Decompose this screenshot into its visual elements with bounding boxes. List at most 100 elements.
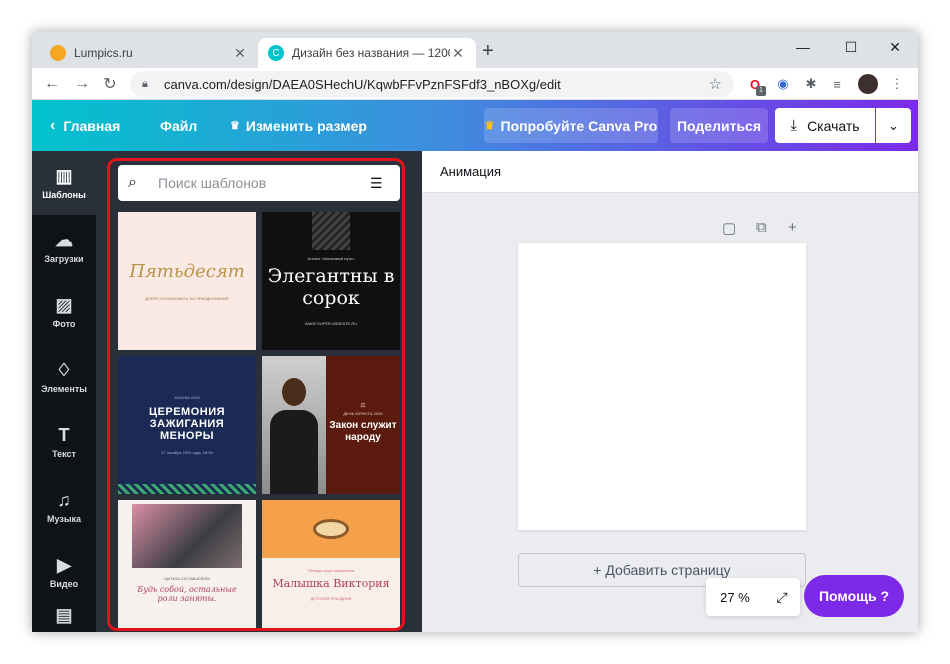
new-tab-button[interactable]: +: [482, 40, 494, 63]
tie-pattern: [312, 212, 350, 250]
person-photo: [262, 356, 326, 494]
music-icon: ♫: [57, 490, 71, 510]
resize-label: Изменить размер: [245, 117, 367, 134]
browser-toolbar: ← → ↻ 🔒︎ canva.com/design/DAEA0SHechU/Kq…: [32, 68, 918, 100]
crown-icon: ♛: [484, 120, 495, 132]
template-title: Закон служит народу: [329, 420, 397, 443]
templates-icon: ▥: [55, 166, 73, 186]
tab-lumpics[interactable]: Lumpics.ru ✕: [40, 38, 258, 68]
share-button[interactable]: Поделиться: [670, 108, 768, 143]
close-tab-icon[interactable]: ✕: [450, 45, 466, 62]
resize-button[interactable]: ♛ Изменить размер: [230, 100, 367, 151]
rail-item-templates[interactable]: ▥ Шаблоны: [32, 151, 96, 215]
download-icon: ⤓: [790, 117, 798, 134]
profile-avatar[interactable]: [858, 74, 878, 94]
menu-kebab-icon[interactable]: ⋮: [888, 75, 906, 93]
rail-item-elements[interactable]: ♢ Элементы: [32, 345, 96, 409]
home-label: Главная: [63, 117, 121, 134]
shapes-icon: ♢: [55, 360, 73, 380]
image-icon: ▨: [55, 295, 73, 315]
rail-label: Текст: [52, 449, 76, 459]
note-icon[interactable]: ▢: [722, 219, 736, 237]
try-pro-button[interactable]: ♛ Попробуйте Canva Pro: [484, 108, 658, 143]
file-menu-button[interactable]: Файл: [160, 100, 197, 151]
extensions-puzzle-icon[interactable]: ✱: [802, 75, 820, 93]
photo-body: [270, 410, 318, 494]
rail-item-text[interactable]: T Текст: [32, 410, 96, 474]
tab-strip: Lumpics.ru ✕ C Дизайн без названия — 120…: [32, 32, 918, 68]
rail-item-photos[interactable]: ▨ Фото: [32, 280, 96, 344]
template-card[interactable]: ⚖ ДЕНЬ ЮРИСТА 2020 Закон служит народу: [262, 356, 400, 494]
chevron-down-icon[interactable]: ⌄: [876, 108, 911, 143]
editor-area: Анимация ▢ ⧉ + + Добавить страницу 27 % …: [422, 151, 918, 632]
template-pretitle: Ателье «Шелковый путь»: [307, 256, 355, 261]
maximize-button[interactable]: ☐: [828, 32, 874, 62]
download-button[interactable]: ⤓ Скачать: [775, 108, 875, 143]
text-icon: T: [58, 425, 70, 445]
template-title: Пятьдесят: [129, 261, 245, 282]
back-icon[interactable]: ←: [40, 72, 64, 96]
rail-label: Шаблоны: [42, 190, 86, 200]
photo-head: [282, 378, 306, 406]
address-bar[interactable]: 🔒︎ canva.com/design/DAEA0SHechU/KqwbFFvP…: [130, 71, 734, 97]
search-icon: ⌕: [128, 174, 137, 191]
duplicate-page-icon[interactable]: ⧉: [756, 219, 767, 236]
template-pretitle: ДЕНЬ ЮРИСТА 2020: [343, 411, 383, 416]
template-caption: WWW.SUPER-WEBSITE.RU: [304, 321, 358, 326]
media-control-icon[interactable]: ≡: [828, 75, 846, 93]
tab-canva[interactable]: C Дизайн без названия — 1200 × ✕: [258, 38, 476, 68]
templates-panel: ⌕ Поиск шаблонов ☰ Пятьдесят ДОБРО ПОЖАЛ…: [96, 151, 422, 632]
animation-button[interactable]: Анимация: [440, 164, 501, 179]
fullscreen-icon[interactable]: ⤢: [764, 589, 800, 606]
minimize-button[interactable]: —: [780, 32, 826, 62]
template-card[interactable]: Пятьдесят ДОБРО ПОЖАЛОВАТЬ НА ПРАЗДНОВАН…: [118, 212, 256, 350]
rail-item-uploads[interactable]: ☁ Загрузки: [32, 215, 96, 279]
help-button[interactable]: Помощь ?: [804, 575, 904, 617]
canva-favicon-icon: C: [268, 45, 284, 61]
try-pro-label: Попробуйте Canva Pro: [500, 117, 658, 134]
crown-icon: ♛: [230, 120, 240, 132]
template-title: Малышка Виктория: [272, 577, 390, 590]
bookmark-star-icon[interactable]: ☆: [709, 75, 722, 93]
editor-toolbar: Анимация: [422, 151, 918, 193]
rail-label: Видео: [49, 579, 79, 589]
template-pretitle: Птенцы скоро вылупятся: [307, 568, 355, 573]
lock-icon: 🔒︎: [142, 77, 148, 90]
cloud-upload-icon: ☁: [55, 230, 73, 250]
rail-label: Музыка: [46, 514, 82, 524]
side-rail: ▥ Шаблоны ☁ Загрузки ▨ Фото ♢ Элементы T…: [32, 151, 96, 632]
template-card[interactable]: ЦИТАТА СО СМЫСЛОМ Будь собой, остальные …: [118, 500, 256, 628]
nest-banner: [262, 500, 400, 558]
zoom-control[interactable]: 27 % ⤢: [706, 578, 800, 616]
rail-label: Элементы: [41, 384, 87, 394]
template-pretitle: ХАНУКА 2020: [174, 395, 200, 400]
design-page[interactable]: [518, 243, 806, 530]
forward-icon[interactable]: →: [70, 72, 94, 96]
rail-item-video[interactable]: ▶ Видео: [32, 540, 96, 604]
close-tab-icon[interactable]: ✕: [232, 45, 248, 62]
template-card[interactable]: Птенцы скоро вылупятся Малышка Виктория …: [262, 500, 400, 628]
decor-border: [118, 484, 256, 494]
rail-item-music[interactable]: ♫ Музыка: [32, 475, 96, 539]
search-placeholder: Поиск шаблонов: [158, 175, 267, 191]
template-caption: 17 октября 2020 года, 18:00: [161, 450, 213, 455]
template-search-input[interactable]: ⌕ Поиск шаблонов ☰: [118, 165, 400, 201]
add-page-icon[interactable]: +: [788, 219, 797, 236]
reload-icon[interactable]: ↻: [98, 72, 122, 96]
rail-label: Загрузки: [44, 254, 84, 264]
download-label: Скачать: [807, 117, 860, 134]
close-window-button[interactable]: ✕: [872, 32, 918, 62]
template-text-block: ⚖ ДЕНЬ ЮРИСТА 2020 Закон служит народу: [328, 402, 398, 444]
template-card[interactable]: ХАНУКА 2020 ЦЕРЕМОНИЯ ЗАЖИГАНИЯ МЕНОРЫ 1…: [118, 356, 256, 494]
vpn-extension-icon[interactable]: ◉: [774, 75, 792, 93]
template-title: Будь собой, остальные роли заняты.: [137, 585, 237, 603]
filter-icon[interactable]: ☰: [370, 175, 390, 192]
template-caption: ДЕТСКИЙ ПРАЗДНИК: [310, 596, 352, 601]
tab-title: Дизайн без названия — 1200 ×: [292, 46, 450, 60]
browser-window: Lumpics.ru ✕ C Дизайн без названия — 120…: [32, 32, 918, 632]
video-icon: ▶: [57, 555, 71, 575]
template-card[interactable]: Ателье «Шелковый путь» Элегантны в сорок…: [262, 212, 400, 350]
home-button[interactable]: ‹ Главная: [50, 100, 120, 151]
rail-item-more[interactable]: ▤: [32, 605, 96, 632]
template-pretitle: ЦИТАТА СО СМЫСЛОМ: [164, 576, 210, 581]
